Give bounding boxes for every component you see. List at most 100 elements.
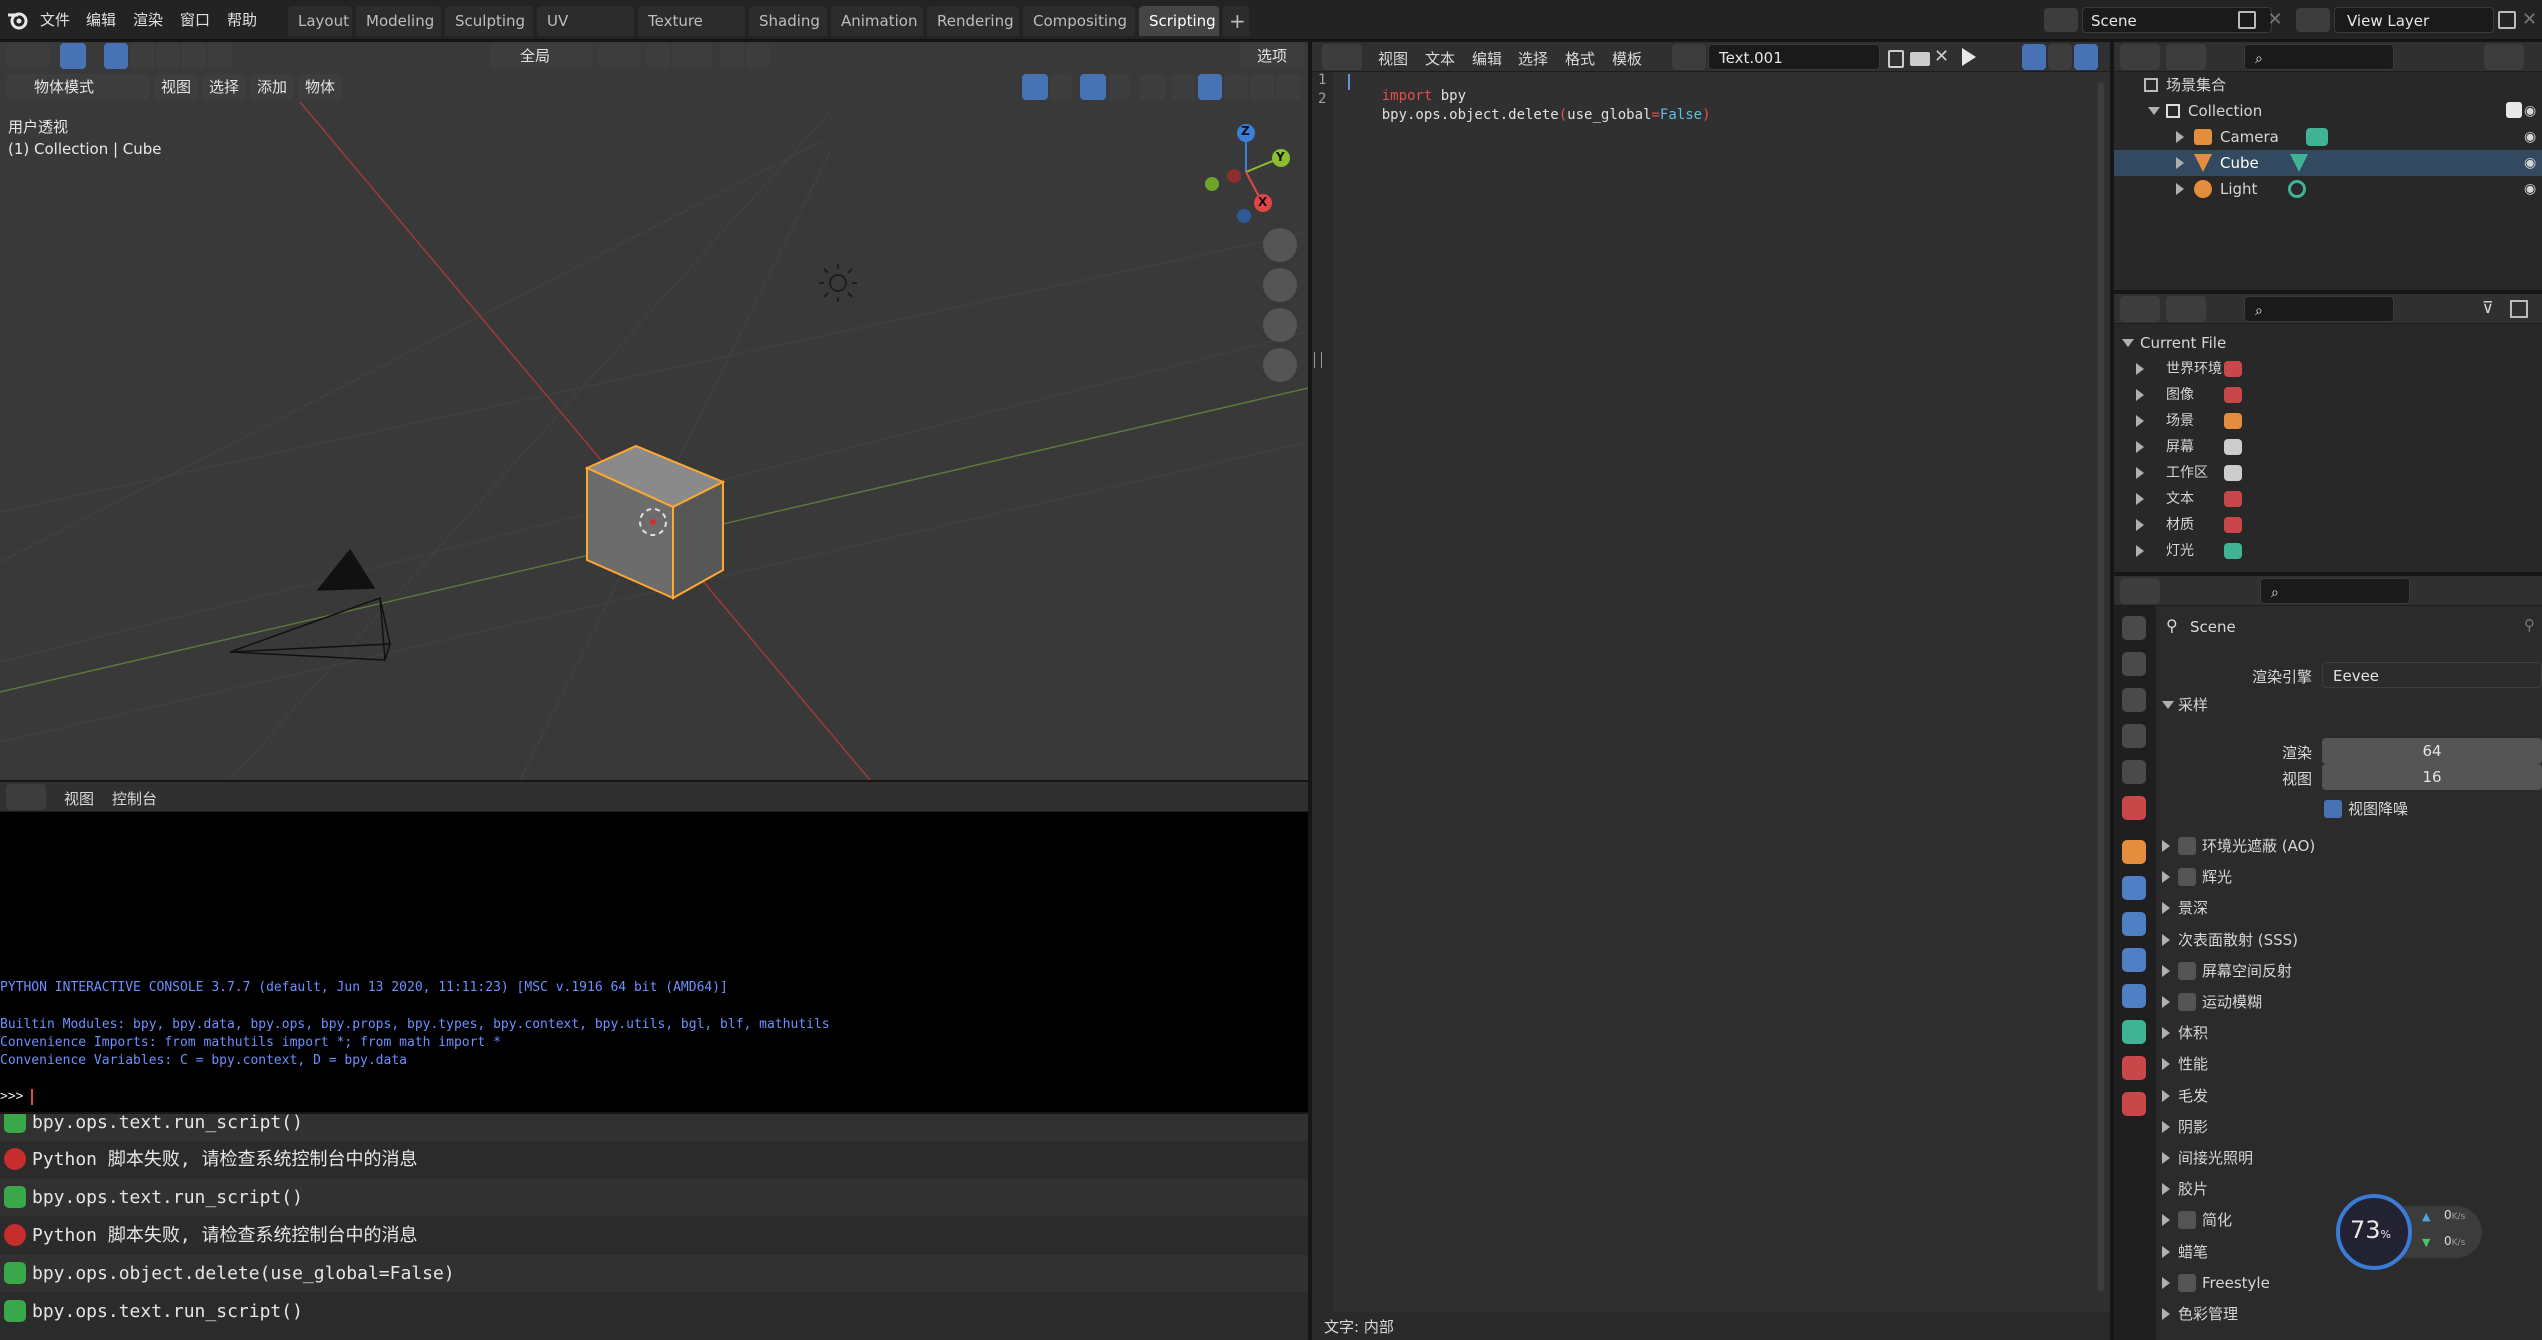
new-text-icon[interactable] (1888, 50, 1904, 68)
expand-icon[interactable] (2162, 1276, 2170, 1289)
expand-icon[interactable] (2136, 415, 2144, 427)
scene-tab-icon[interactable] (2122, 760, 2146, 784)
render-tab-icon[interactable] (2122, 652, 2146, 676)
expand-icon[interactable] (2162, 1214, 2170, 1227)
outliner-search-input[interactable]: ⌕ (2244, 44, 2394, 70)
console-menu-view[interactable]: 视图 (64, 788, 94, 809)
panel-checkbox[interactable] (2178, 1273, 2196, 1292)
tab-modeling[interactable]: Modeling (356, 6, 441, 36)
blend-editor-type-icon[interactable] (2120, 296, 2160, 322)
blend-file-row[interactable]: 场景 (2114, 408, 2542, 434)
ortho-grid-icon[interactable] (1263, 348, 1297, 382)
expand-icon[interactable] (2176, 157, 2184, 169)
menu-file[interactable]: 文件 (40, 0, 70, 40)
eye-icon[interactable]: ◉ (2524, 98, 2536, 124)
tab-shading[interactable]: Shading (749, 6, 827, 36)
text-browse-icon[interactable] (1672, 44, 1706, 70)
expand-icon[interactable] (2162, 964, 2170, 977)
expand-icon[interactable] (2176, 131, 2184, 143)
unlink-text-icon[interactable]: ✕ (1934, 46, 1949, 67)
blend-file-area[interactable]: ⌕ ⊽ Current File 世界环境 图像 场景 屏幕 工作区 文本 材质 灯光 (2114, 294, 2542, 572)
console-editor-type-icon[interactable] (6, 784, 46, 810)
viewport-denoise-checkbox[interactable] (2324, 800, 2342, 818)
menu-edit[interactable]: 编辑 (86, 0, 116, 40)
tab-animation[interactable]: Animation (831, 6, 923, 36)
blend-file-row[interactable]: 材质 (2114, 512, 2542, 538)
tab-sculpting[interactable]: Sculpting (445, 6, 533, 36)
outliner-area[interactable]: ⌕ 场景集合 Collection ◉ Camera ◉ Cube ◉ Ligh… (2114, 42, 2542, 290)
eye-icon[interactable]: ◉ (2524, 150, 2536, 176)
blender-logo-icon[interactable] (6, 9, 30, 31)
text-menu-format[interactable]: 格式 (1565, 48, 1595, 69)
zoom-icon[interactable] (1263, 228, 1297, 262)
tab-compositing[interactable]: Compositing (1023, 6, 1135, 36)
expand-icon[interactable] (2136, 545, 2144, 557)
expand-icon[interactable] (2162, 1245, 2170, 1258)
properties-panel[interactable]: 环境光遮蔽 (AO) (2114, 831, 2542, 861)
expand-icon[interactable] (2162, 701, 2174, 709)
add-workspace-button[interactable]: + (1223, 6, 1249, 36)
panel-checkbox[interactable] (2178, 961, 2196, 980)
tool-tab-icon[interactable] (2122, 616, 2146, 640)
blend-display-mode-icon[interactable] (2166, 296, 2206, 322)
viewport-scene[interactable] (0, 42, 1308, 780)
view-layer-field[interactable]: View Layer (2334, 7, 2494, 33)
tab-rendering[interactable]: Rendering (927, 6, 1019, 36)
properties-panel[interactable]: Freestyle (2114, 1268, 2542, 1298)
tab-uv-editing[interactable]: UV Editing (537, 6, 634, 60)
properties-panel[interactable]: 屏幕空间反射 (2114, 956, 2542, 986)
text-menu-text[interactable]: 文本 (1425, 48, 1455, 69)
blend-search-input[interactable]: ⌕ (2244, 296, 2394, 322)
properties-panel[interactable]: 阴影 (2114, 1112, 2542, 1142)
display-mode-icon[interactable] (2166, 44, 2206, 70)
properties-panel[interactable]: 体积 (2114, 1018, 2542, 1048)
panel-checkbox[interactable] (2178, 1211, 2196, 1230)
outliner-editor-type-icon[interactable] (2120, 44, 2160, 70)
expand-icon[interactable] (2136, 389, 2144, 401)
syntax-highlight-toggle-icon[interactable] (2074, 44, 2098, 70)
info-row[interactable]: bpy.ops.text.run_script() (0, 1114, 1308, 1141)
expand-icon[interactable] (2136, 493, 2144, 505)
outliner-item-cube[interactable]: Cube ◉ (2114, 150, 2542, 176)
filter-icon[interactable]: ⊽ (2482, 298, 2494, 317)
properties-panel[interactable]: 次表面散射 (SSS) (2114, 925, 2542, 955)
tab-texture-paint[interactable]: Texture Paint (638, 6, 745, 60)
expand-icon[interactable] (2162, 933, 2170, 946)
blend-file-row[interactable]: 图像 (2114, 382, 2542, 408)
info-area[interactable]: bpy.ops.text.run_script() Python 脚本失败, 请… (0, 1114, 1308, 1340)
expand-icon[interactable] (2136, 441, 2144, 453)
expand-icon[interactable] (2176, 183, 2184, 195)
collection-checkbox[interactable] (2506, 102, 2522, 118)
camera-view-icon[interactable] (1263, 308, 1297, 342)
info-row[interactable]: bpy.ops.object.delete(use_global=False) (0, 1255, 1308, 1292)
render-samples-field[interactable]: 64 (2322, 738, 2542, 764)
expand-icon[interactable] (2162, 1183, 2170, 1196)
expand-icon[interactable] (2162, 996, 2170, 1008)
info-row[interactable]: bpy.ops.text.run_script() (0, 1179, 1308, 1216)
console-area[interactable]: 视图 控制台 PYTHON INTERACTIVE CONSOLE 3.7.7 … (0, 782, 1308, 1112)
current-file-row[interactable]: Current File (2114, 330, 2542, 356)
expand-icon[interactable] (2148, 107, 2160, 115)
expand-icon[interactable] (2162, 1058, 2170, 1071)
view-layer-tab-icon[interactable] (2122, 724, 2146, 748)
expand-icon[interactable] (2136, 519, 2144, 531)
purge-icon[interactable] (2510, 300, 2528, 318)
info-row[interactable]: Python 脚本失败, 请检查系统控制台中的消息 (0, 1217, 1308, 1254)
blend-file-row[interactable]: 世界环境 (2114, 356, 2542, 382)
expand-icon[interactable] (2162, 1308, 2170, 1320)
scene-icon[interactable] (2044, 8, 2078, 32)
viewport-samples-field[interactable]: 16 (2322, 764, 2542, 790)
outliner-scene-collection[interactable]: 场景集合 (2114, 72, 2542, 98)
view-layer-icon[interactable] (2296, 8, 2330, 32)
new-view-layer-icon[interactable] (2498, 11, 2516, 29)
expand-icon[interactable] (2136, 467, 2144, 479)
render-engine-dropdown[interactable]: Eevee (2322, 662, 2542, 688)
text-scrollbar[interactable] (2098, 82, 2104, 1292)
info-row[interactable]: bpy.ops.text.run_script() (0, 1293, 1308, 1330)
properties-panel[interactable]: 毛发 (2114, 1081, 2542, 1111)
properties-editor-type-icon[interactable] (2120, 578, 2160, 604)
expand-icon[interactable] (2162, 902, 2170, 915)
eye-icon[interactable]: ◉ (2524, 176, 2536, 202)
run-script-icon[interactable] (1962, 48, 1976, 66)
properties-panel[interactable]: 间接光照明 (2114, 1143, 2542, 1173)
